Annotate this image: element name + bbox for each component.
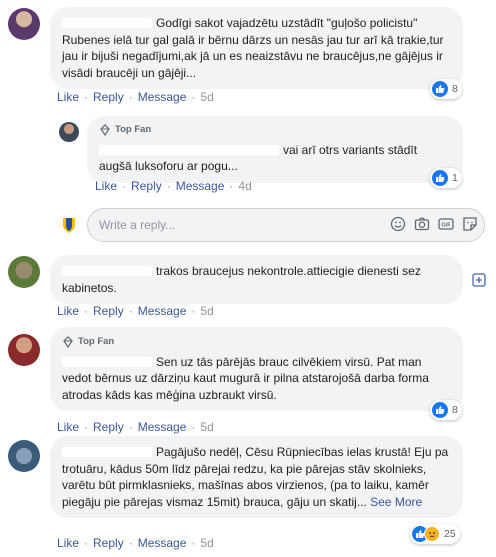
- avatar[interactable]: [8, 440, 40, 472]
- comment-actions: Like · Reply · Message · 5d: [57, 90, 214, 104]
- like-link[interactable]: Like: [57, 304, 79, 318]
- shield-icon: [63, 218, 75, 233]
- reply-input[interactable]: Write a reply... GIF: [87, 208, 485, 242]
- author-name[interactable]: [99, 144, 279, 155]
- timestamp[interactable]: 5d: [200, 304, 213, 318]
- reaction-count[interactable]: 1: [430, 168, 462, 188]
- message-link[interactable]: Message: [138, 304, 187, 318]
- like-link[interactable]: Like: [95, 179, 117, 193]
- reply-link[interactable]: Reply: [131, 179, 162, 193]
- comment-actions: Like · Reply · Message · 4d: [95, 179, 252, 193]
- reaction-number: 1: [452, 172, 458, 184]
- diamond-icon: [63, 336, 73, 349]
- reaction-number: 8: [452, 404, 458, 416]
- current-user-avatar: [59, 215, 79, 235]
- reply-link[interactable]: Reply: [93, 420, 124, 434]
- reaction-count[interactable]: 8: [430, 79, 462, 99]
- like-icon: [432, 81, 448, 97]
- message-link[interactable]: Message: [176, 179, 225, 193]
- message-link[interactable]: Message: [138, 420, 187, 434]
- message-link[interactable]: Message: [138, 536, 187, 550]
- comment-actions: Like · Reply · Message · 5d: [57, 536, 214, 550]
- comment-bubble: trakos braucejus nekontrole.attiecigie d…: [50, 255, 463, 304]
- comment-bubble: Godīgi sakot vajadzētu uzstādīt "guļošo …: [50, 7, 463, 89]
- reaction-count[interactable]: 8: [430, 400, 462, 420]
- author-name[interactable]: [62, 356, 152, 367]
- badge-label: Top Fan: [115, 124, 152, 135]
- camera-icon[interactable]: [414, 216, 430, 232]
- badge-label: Top Fan: [78, 336, 115, 347]
- avatar[interactable]: [8, 334, 40, 366]
- like-icon: [432, 170, 448, 186]
- avatar[interactable]: [59, 122, 79, 142]
- reaction-number: 25: [444, 528, 456, 540]
- sticker-icon[interactable]: [462, 216, 478, 232]
- reply-toolbar: GIF: [390, 216, 478, 232]
- comment-actions: Like · Reply · Message · 5d: [57, 304, 214, 318]
- timestamp[interactable]: 5d: [200, 536, 213, 550]
- reply-link[interactable]: Reply: [93, 304, 124, 318]
- like-link[interactable]: Like: [57, 90, 79, 104]
- svg-text:GIF: GIF: [441, 223, 451, 229]
- comment-bubble: Pagājušo nedēļ, Cēsu Rūpniecības ielas k…: [50, 436, 463, 518]
- author-name[interactable]: [62, 18, 152, 28]
- reply-link[interactable]: Reply: [93, 90, 124, 104]
- translate-icon[interactable]: [472, 273, 486, 287]
- comment-actions: Like · Reply · Message · 5d: [57, 420, 214, 434]
- gif-icon[interactable]: GIF: [438, 216, 454, 232]
- timestamp[interactable]: 5d: [200, 420, 213, 434]
- author-name[interactable]: [62, 447, 152, 457]
- comment-bubble: Top Fan Sen uz tās pārējās brauc cilvēki…: [50, 327, 463, 411]
- top-fan-badge: Top Fan: [62, 334, 451, 351]
- timestamp[interactable]: 5d: [200, 90, 213, 104]
- author-name[interactable]: [62, 266, 152, 276]
- reaction-count[interactable]: 25: [410, 524, 460, 544]
- avatar[interactable]: [8, 256, 40, 288]
- diamond-icon: [100, 124, 110, 137]
- see-more-link[interactable]: See More: [370, 495, 422, 509]
- reply-placeholder: Write a reply...: [99, 218, 176, 232]
- emoji-icon[interactable]: [390, 216, 406, 232]
- comment-bubble: Top Fan vai arī otrs variants stādīt aug…: [87, 116, 463, 183]
- sad-icon: [424, 526, 440, 542]
- reply-link[interactable]: Reply: [93, 536, 124, 550]
- reaction-number: 8: [452, 83, 458, 95]
- top-fan-badge: Top Fan: [99, 122, 451, 139]
- like-link[interactable]: Like: [57, 536, 79, 550]
- like-link[interactable]: Like: [57, 420, 79, 434]
- like-icon: [432, 402, 448, 418]
- timestamp[interactable]: 4d: [238, 179, 251, 193]
- avatar[interactable]: [8, 8, 40, 40]
- message-link[interactable]: Message: [138, 90, 187, 104]
